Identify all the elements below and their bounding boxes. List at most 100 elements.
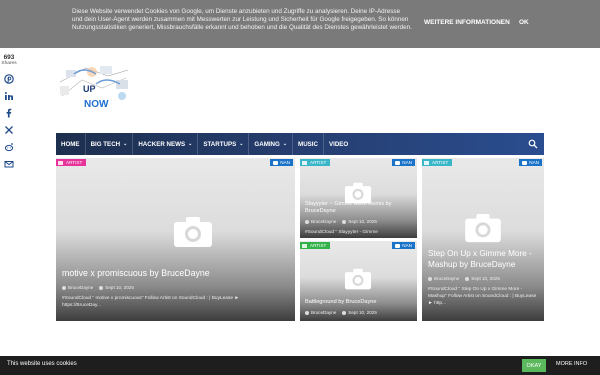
cookie-consent-banner: Diese Website verwendet Cookies von Goog…	[0, 0, 600, 48]
nav-item-big-tech[interactable]: BIG TECH ⌄	[86, 133, 134, 155]
category-label: ARTIST	[432, 160, 449, 165]
date-text: Sept 10, 2025	[105, 285, 134, 290]
comment-badge: NAN	[392, 159, 415, 166]
more-info-link[interactable]: MORE INFO	[556, 361, 587, 367]
post-card[interactable]: ARTIST NAN Step On Up x Gimme More - Mas…	[422, 158, 544, 321]
post-date: Sept 10, 2025	[99, 285, 134, 290]
pinterest-share-button[interactable]	[0, 70, 18, 87]
nav-item-label: MUSIC	[298, 140, 318, 148]
clock-icon	[342, 219, 347, 224]
post-title[interactable]: Step On Up x Gimme More - Mashup by Bruc…	[428, 248, 540, 270]
post-meta: BruceDayne Sept 10, 2025	[305, 219, 377, 224]
chevron-down-icon: ⌄	[239, 141, 244, 147]
date-text: Sept 10, 2025	[348, 219, 377, 224]
image-icon	[302, 243, 307, 248]
comment-count: NAN	[402, 243, 412, 248]
nav-item-music[interactable]: MUSIC	[293, 133, 324, 155]
nav-item-label: VIDEO	[328, 140, 349, 148]
facebook-icon	[6, 108, 12, 117]
chevron-down-icon: ⌄	[188, 141, 193, 147]
comment-icon	[273, 160, 279, 165]
post-author[interactable]: BruceDayne	[305, 219, 336, 224]
email-icon	[4, 160, 14, 167]
date-text: Sept 10, 2025	[348, 310, 377, 315]
camera-icon	[174, 217, 212, 247]
date-text: Sept 10, 2025	[471, 276, 500, 281]
comment-icon	[395, 243, 401, 248]
share-count: 693	[3, 54, 15, 61]
post-date: Sept 10, 2025	[342, 310, 377, 315]
post-meta: BruceDayne Sept 10, 2025	[62, 285, 134, 290]
chevron-down-icon: ⌄	[123, 141, 128, 147]
category-tag[interactable]: ARTIST	[300, 242, 331, 249]
nav-item-gaming[interactable]: GAMING ⌄	[249, 133, 294, 155]
post-card[interactable]: ARTIST NAN Battleground by BruceDayne Br…	[300, 241, 417, 321]
author-name: BruceDayne	[434, 276, 460, 281]
more-information-link[interactable]: WEITERE INFORMATIONEN	[424, 19, 510, 26]
image-icon	[424, 160, 429, 165]
featured-post-card[interactable]: ARTIST NAN motive x promiscuous by Bruce…	[56, 158, 295, 321]
post-excerpt: #SoundCloud " Step On Up x Gimme More - …	[428, 287, 537, 306]
comment-badge: NAN	[392, 242, 415, 249]
email-share-button[interactable]	[0, 155, 18, 172]
image-icon	[302, 160, 307, 165]
comment-count: NAN	[402, 160, 412, 165]
post-author[interactable]: BruceDayne	[428, 276, 459, 281]
author-icon	[62, 285, 66, 290]
okay-button[interactable]: OKAY	[522, 359, 546, 372]
reddit-share-button[interactable]	[0, 138, 18, 155]
post-date: Sept 10, 2025	[465, 276, 500, 281]
comment-icon	[522, 160, 528, 165]
post-meta: BruceDayne Sept 10, 2025	[305, 310, 377, 315]
post-title[interactable]: Battleground by BruceDayne	[305, 299, 413, 306]
category-tag[interactable]: ARTIST	[300, 159, 331, 166]
clock-icon	[99, 285, 104, 290]
nav-item-label: HOME	[61, 140, 80, 148]
author-name: BruceDayne	[311, 219, 337, 224]
category-label: ARTIST	[66, 160, 83, 165]
category-tag[interactable]: ARTIST	[422, 159, 453, 166]
linkedin-icon	[4, 91, 13, 100]
clock-icon	[342, 310, 347, 315]
post-card[interactable]: ARTIST NAN Slayyyter ~ Gimme More Remix …	[300, 158, 417, 238]
post-title[interactable]: motive x promiscuous by BruceDayne	[62, 268, 290, 279]
category-tag[interactable]: ARTIST	[56, 159, 87, 166]
author-name: BruceDayne	[311, 310, 337, 315]
nav-item-hacker-news[interactable]: HACKER NEWS ⌄	[133, 133, 199, 155]
comment-badge: NAN	[270, 159, 293, 166]
search-icon[interactable]	[528, 139, 538, 149]
cookie-notice-text: Diese Website verwendet Cookies von Goog…	[72, 8, 412, 31]
pinterest-icon	[4, 73, 14, 84]
nav-item-label: GAMING	[254, 140, 280, 148]
post-author[interactable]: BruceDayne	[305, 310, 336, 315]
clock-icon	[465, 276, 470, 281]
chevron-down-icon: ⌄	[282, 141, 288, 147]
post-excerpt: #SoundCloud " motive x promiscuous" Foll…	[62, 296, 240, 308]
category-label: ARTIST	[310, 243, 327, 248]
site-logo[interactable]: UP NOW	[56, 62, 134, 112]
post-title[interactable]: Slayyyter ~ Gimme More Remix by BruceDay…	[305, 201, 413, 215]
x-share-button[interactable]	[0, 121, 18, 138]
nav-item-label: HACKER NEWS	[138, 140, 186, 148]
camera-icon	[344, 268, 372, 290]
nav-item-startups[interactable]: STARTUPS ⌄	[198, 133, 250, 155]
post-author[interactable]: BruceDayne	[62, 285, 93, 290]
twitter-x-icon	[5, 125, 13, 134]
linkedin-share-button[interactable]	[0, 87, 18, 104]
nav-item-video[interactable]: VIDEO	[324, 133, 353, 155]
comment-icon	[395, 160, 401, 165]
nav-item-home[interactable]: HOME	[56, 133, 86, 155]
post-date: Sept 10, 2025	[342, 219, 377, 224]
svg-text:NOW: NOW	[84, 99, 109, 110]
comment-count: NAN	[280, 160, 290, 165]
reddit-icon	[4, 142, 14, 151]
facebook-share-button[interactable]	[0, 104, 18, 121]
cookie-bar-text: This website uses cookies	[7, 361, 77, 367]
author-name: BruceDayne	[68, 285, 94, 290]
nav-item-label: STARTUPS	[203, 140, 237, 148]
post-excerpt: #SoundCloud " Slayyyter - Gimme	[305, 230, 378, 235]
share-sidebar: 693 Shares	[0, 54, 18, 172]
image-icon	[58, 160, 63, 165]
ok-button[interactable]: OK	[519, 19, 529, 26]
svg-text:UP: UP	[83, 84, 96, 94]
